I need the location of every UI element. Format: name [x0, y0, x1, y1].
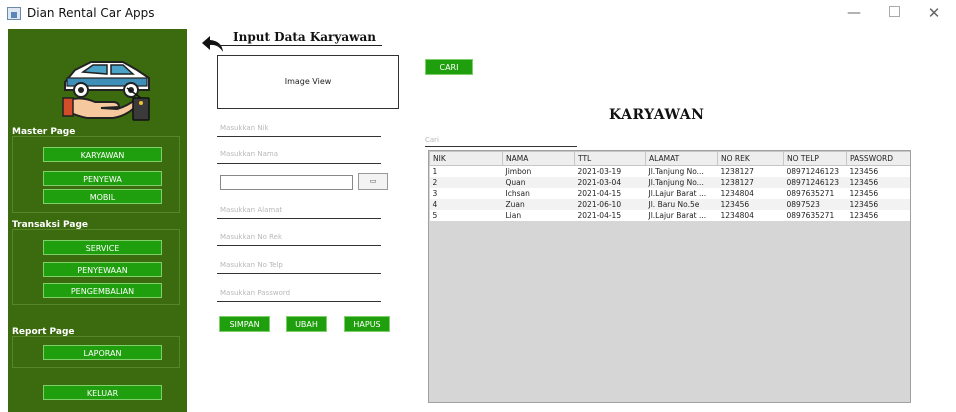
search-button[interactable]: CARI	[425, 59, 473, 75]
table-cell: Lian	[502, 210, 575, 221]
table-row[interactable]: 3 Ichsan 2021-04-15 Jl.Lajur Barat ... 1…	[429, 188, 910, 199]
form-title-underline	[217, 45, 382, 46]
title-bar: Dian Rental Car Apps — ✕	[0, 0, 956, 28]
table-cell: Ichsan	[502, 188, 575, 199]
table-cell: 0897635271	[783, 210, 847, 221]
image-view: Image View	[217, 55, 399, 109]
column-header[interactable]: NO TELP	[783, 151, 847, 166]
table-row[interactable]: 4 Zuan 2021-06-10 Jl. Baru No.5e 123456 …	[429, 199, 910, 210]
column-header[interactable]: NIK	[429, 151, 503, 166]
minimize-button[interactable]: —	[835, 2, 873, 26]
table-cell: Jimbon	[502, 165, 575, 177]
table-cell: Quan	[502, 177, 575, 188]
delete-button[interactable]: HAPUS	[344, 316, 390, 332]
sidebar-button-karyawan[interactable]: KARYAWAN	[43, 147, 162, 162]
table-cell: 1238127	[717, 165, 784, 177]
table-cell: 4	[429, 199, 503, 210]
save-button[interactable]: SIMPAN	[219, 316, 270, 332]
table-cell: 0897635271	[783, 188, 847, 199]
table-cell: Jl.Lajur Barat ...	[645, 210, 718, 221]
table-row[interactable]: 2 Quan 2021-03-04 Jl.Tanjung No... 12381…	[429, 177, 910, 188]
table-cell: 2021-06-10	[574, 199, 646, 210]
karyawan-table[interactable]: NIK NAMA TTL ALAMAT NO REK NO TELP PASSW…	[428, 150, 911, 403]
table-cell: 123456	[846, 199, 910, 210]
image-path-field[interactable]	[220, 175, 353, 190]
nama-input-underline	[217, 163, 381, 164]
table-cell: 123456	[846, 210, 910, 221]
table-cell: Jl.Tanjung No...	[645, 177, 718, 188]
sidebar-button-service[interactable]: SERVICE	[43, 240, 162, 255]
window-title: Dian Rental Car Apps	[27, 6, 155, 20]
password-input[interactable]: Masukkan Password	[220, 289, 290, 297]
table-row[interactable]: 1 Jimbon 2021-03-19 Jl.Tanjung No... 123…	[429, 165, 910, 177]
page-title: KARYAWAN	[609, 107, 705, 123]
back-arrow-icon[interactable]	[200, 34, 226, 54]
table-cell: 2021-04-15	[574, 210, 646, 221]
column-header[interactable]: TTL	[574, 151, 646, 166]
table-cell: 123456	[846, 165, 910, 177]
table-cell: 0897523	[783, 199, 847, 210]
table-cell: 3	[429, 188, 503, 199]
nama-input[interactable]: Masukkan Nama	[220, 150, 278, 158]
table-cell: 1234804	[717, 188, 784, 199]
sidebar-button-penyewaan[interactable]: PENYEWAAN	[43, 262, 162, 277]
column-header[interactable]: PASSWORD	[846, 151, 910, 166]
table-cell: 1238127	[717, 177, 784, 188]
column-header[interactable]: NO REK	[717, 151, 784, 166]
search-input[interactable]: Cari	[425, 136, 439, 144]
close-button[interactable]: ✕	[915, 2, 953, 26]
maximize-button[interactable]	[875, 2, 913, 26]
sidebar-button-pengembalian[interactable]: PENGEMBALIAN	[43, 283, 162, 298]
sidebar-button-laporan[interactable]: LAPORAN	[43, 345, 162, 360]
table-cell: 123456	[846, 177, 910, 188]
column-header[interactable]: ALAMAT	[645, 151, 718, 166]
table-cell: Jl.Lajur Barat ...	[645, 188, 718, 199]
nik-input[interactable]: Masukkan Nik	[220, 124, 269, 132]
table-cell: Jl.Tanjung No...	[645, 165, 718, 177]
password-input-underline	[217, 301, 381, 302]
search-input-underline	[425, 146, 577, 147]
table-cell: Zuan	[502, 199, 575, 210]
norek-input-underline	[217, 245, 381, 246]
table-cell: 2021-04-15	[574, 188, 646, 199]
table-cell: Jl. Baru No.5e	[645, 199, 718, 210]
app-icon	[7, 7, 21, 20]
table-cell: 123456	[717, 199, 784, 210]
table-cell: 123456	[846, 188, 910, 199]
sidebar: Master Page KARYAWAN PENYEWA MOBIL Trans…	[8, 29, 187, 412]
form-title: Input Data Karyawan	[233, 30, 376, 44]
table-cell: 2021-03-19	[574, 165, 646, 177]
alamat-input[interactable]: Masukkan Alamat	[220, 206, 282, 214]
table-cell: 1	[429, 165, 503, 177]
data-table: NIK NAMA TTL ALAMAT NO REK NO TELP PASSW…	[429, 151, 910, 221]
update-button[interactable]: UBAH	[286, 316, 327, 332]
table-cell: 08971246123	[783, 177, 847, 188]
table-row[interactable]: 5 Lian 2021-04-15 Jl.Lajur Barat ... 123…	[429, 210, 910, 221]
column-header[interactable]: NAMA	[502, 151, 575, 166]
table-header-row: NIK NAMA TTL ALAMAT NO REK NO TELP PASSW…	[429, 151, 910, 166]
notelp-input[interactable]: Masukkan No Telp	[220, 261, 283, 269]
logout-button[interactable]: KELUAR	[43, 385, 162, 400]
notelp-input-underline	[217, 273, 381, 274]
alamat-input-underline	[217, 218, 381, 219]
table-cell: 2	[429, 177, 503, 188]
nik-input-underline	[217, 136, 381, 137]
table-cell: 5	[429, 210, 503, 221]
maximize-icon	[888, 6, 900, 17]
table-cell: 2021-03-04	[574, 177, 646, 188]
sidebar-button-penyewa[interactable]: PENYEWA	[43, 171, 162, 186]
norek-input[interactable]: Masukkan No Rek	[220, 233, 282, 241]
sidebar-button-mobil[interactable]: MOBIL	[43, 189, 162, 204]
car-rental-logo	[62, 61, 150, 121]
browse-image-button[interactable]: ▭	[358, 173, 388, 190]
table-cell: 08971246123	[783, 165, 847, 177]
table-cell: 1234804	[717, 210, 784, 221]
